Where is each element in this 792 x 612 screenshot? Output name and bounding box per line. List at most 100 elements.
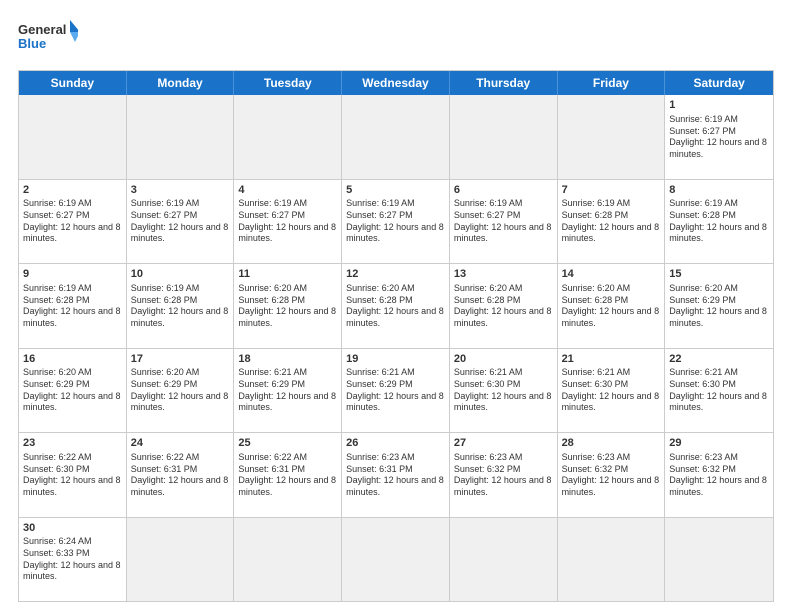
day-number: 27 (454, 436, 553, 451)
empty-cell (450, 518, 558, 602)
empty-cell (450, 95, 558, 179)
week-row-1: 1Sunrise: 6:19 AMSunset: 6:27 PMDaylight… (19, 95, 773, 179)
day-number: 28 (562, 436, 661, 451)
header-thursday: Thursday (450, 71, 558, 95)
day-number: 13 (454, 267, 553, 282)
day-cell-6: 6Sunrise: 6:19 AMSunset: 6:27 PMDaylight… (450, 180, 558, 264)
day-number: 25 (238, 436, 337, 451)
day-info: Sunrise: 6:19 AMSunset: 6:27 PMDaylight:… (346, 198, 445, 245)
svg-text:General: General (18, 22, 66, 37)
week-row-6: 30Sunrise: 6:24 AMSunset: 6:33 PMDayligh… (19, 517, 773, 602)
day-cell-8: 8Sunrise: 6:19 AMSunset: 6:28 PMDaylight… (665, 180, 773, 264)
day-cell-7: 7Sunrise: 6:19 AMSunset: 6:28 PMDaylight… (558, 180, 666, 264)
day-info: Sunrise: 6:20 AMSunset: 6:29 PMDaylight:… (23, 367, 122, 414)
page: General Blue Sunday Monday Tuesday Wedne… (0, 0, 792, 612)
day-number: 29 (669, 436, 769, 451)
day-cell-23: 23Sunrise: 6:22 AMSunset: 6:30 PMDayligh… (19, 433, 127, 517)
day-cell-20: 20Sunrise: 6:21 AMSunset: 6:30 PMDayligh… (450, 349, 558, 433)
day-number: 26 (346, 436, 445, 451)
day-number: 23 (23, 436, 122, 451)
day-info: Sunrise: 6:20 AMSunset: 6:28 PMDaylight:… (454, 283, 553, 330)
day-number: 30 (23, 521, 122, 536)
empty-cell (234, 95, 342, 179)
day-number: 14 (562, 267, 661, 282)
logo: General Blue (18, 18, 78, 60)
day-info: Sunrise: 6:19 AMSunset: 6:27 PMDaylight:… (23, 198, 122, 245)
day-number: 8 (669, 183, 769, 198)
day-info: Sunrise: 6:20 AMSunset: 6:29 PMDaylight:… (131, 367, 230, 414)
header-tuesday: Tuesday (234, 71, 342, 95)
day-info: Sunrise: 6:21 AMSunset: 6:30 PMDaylight:… (669, 367, 769, 414)
day-info: Sunrise: 6:20 AMSunset: 6:29 PMDaylight:… (669, 283, 769, 330)
day-info: Sunrise: 6:19 AMSunset: 6:28 PMDaylight:… (23, 283, 122, 330)
header: General Blue (18, 18, 774, 60)
header-wednesday: Wednesday (342, 71, 450, 95)
day-cell-21: 21Sunrise: 6:21 AMSunset: 6:30 PMDayligh… (558, 349, 666, 433)
day-number: 18 (238, 352, 337, 367)
day-number: 19 (346, 352, 445, 367)
day-number: 20 (454, 352, 553, 367)
day-cell-29: 29Sunrise: 6:23 AMSunset: 6:32 PMDayligh… (665, 433, 773, 517)
day-cell-2: 2Sunrise: 6:19 AMSunset: 6:27 PMDaylight… (19, 180, 127, 264)
day-cell-30: 30Sunrise: 6:24 AMSunset: 6:33 PMDayligh… (19, 518, 127, 602)
empty-cell (19, 95, 127, 179)
week-row-4: 16Sunrise: 6:20 AMSunset: 6:29 PMDayligh… (19, 348, 773, 433)
day-info: Sunrise: 6:19 AMSunset: 6:28 PMDaylight:… (562, 198, 661, 245)
day-number: 3 (131, 183, 230, 198)
day-number: 11 (238, 267, 337, 282)
day-info: Sunrise: 6:24 AMSunset: 6:33 PMDaylight:… (23, 536, 122, 583)
day-cell-13: 13Sunrise: 6:20 AMSunset: 6:28 PMDayligh… (450, 264, 558, 348)
day-info: Sunrise: 6:21 AMSunset: 6:30 PMDaylight:… (562, 367, 661, 414)
day-cell-14: 14Sunrise: 6:20 AMSunset: 6:28 PMDayligh… (558, 264, 666, 348)
day-info: Sunrise: 6:19 AMSunset: 6:28 PMDaylight:… (669, 198, 769, 245)
day-info: Sunrise: 6:23 AMSunset: 6:32 PMDaylight:… (454, 452, 553, 499)
day-cell-19: 19Sunrise: 6:21 AMSunset: 6:29 PMDayligh… (342, 349, 450, 433)
day-cell-24: 24Sunrise: 6:22 AMSunset: 6:31 PMDayligh… (127, 433, 235, 517)
day-info: Sunrise: 6:19 AMSunset: 6:27 PMDaylight:… (131, 198, 230, 245)
day-info: Sunrise: 6:21 AMSunset: 6:30 PMDaylight:… (454, 367, 553, 414)
day-info: Sunrise: 6:20 AMSunset: 6:28 PMDaylight:… (238, 283, 337, 330)
empty-cell (665, 518, 773, 602)
empty-cell (558, 518, 666, 602)
calendar-header: Sunday Monday Tuesday Wednesday Thursday… (19, 71, 773, 95)
day-cell-22: 22Sunrise: 6:21 AMSunset: 6:30 PMDayligh… (665, 349, 773, 433)
day-info: Sunrise: 6:20 AMSunset: 6:28 PMDaylight:… (562, 283, 661, 330)
day-cell-11: 11Sunrise: 6:20 AMSunset: 6:28 PMDayligh… (234, 264, 342, 348)
header-monday: Monday (127, 71, 235, 95)
day-cell-17: 17Sunrise: 6:20 AMSunset: 6:29 PMDayligh… (127, 349, 235, 433)
day-cell-9: 9Sunrise: 6:19 AMSunset: 6:28 PMDaylight… (19, 264, 127, 348)
empty-cell (127, 518, 235, 602)
day-info: Sunrise: 6:22 AMSunset: 6:31 PMDaylight:… (238, 452, 337, 499)
day-info: Sunrise: 6:19 AMSunset: 6:27 PMDaylight:… (454, 198, 553, 245)
week-row-5: 23Sunrise: 6:22 AMSunset: 6:30 PMDayligh… (19, 432, 773, 517)
day-info: Sunrise: 6:23 AMSunset: 6:32 PMDaylight:… (562, 452, 661, 499)
day-info: Sunrise: 6:19 AMSunset: 6:27 PMDaylight:… (669, 114, 769, 161)
calendar: Sunday Monday Tuesday Wednesday Thursday… (18, 70, 774, 602)
day-cell-26: 26Sunrise: 6:23 AMSunset: 6:31 PMDayligh… (342, 433, 450, 517)
day-number: 21 (562, 352, 661, 367)
day-info: Sunrise: 6:19 AMSunset: 6:27 PMDaylight:… (238, 198, 337, 245)
day-cell-18: 18Sunrise: 6:21 AMSunset: 6:29 PMDayligh… (234, 349, 342, 433)
day-number: 2 (23, 183, 122, 198)
day-cell-5: 5Sunrise: 6:19 AMSunset: 6:27 PMDaylight… (342, 180, 450, 264)
svg-text:Blue: Blue (18, 36, 46, 51)
day-number: 12 (346, 267, 445, 282)
header-sunday: Sunday (19, 71, 127, 95)
day-number: 15 (669, 267, 769, 282)
empty-cell (558, 95, 666, 179)
day-number: 22 (669, 352, 769, 367)
day-number: 10 (131, 267, 230, 282)
header-saturday: Saturday (665, 71, 773, 95)
day-info: Sunrise: 6:23 AMSunset: 6:32 PMDaylight:… (669, 452, 769, 499)
empty-cell (342, 95, 450, 179)
day-number: 7 (562, 183, 661, 198)
day-info: Sunrise: 6:21 AMSunset: 6:29 PMDaylight:… (346, 367, 445, 414)
empty-cell (127, 95, 235, 179)
calendar-body: 1Sunrise: 6:19 AMSunset: 6:27 PMDaylight… (19, 95, 773, 601)
day-number: 6 (454, 183, 553, 198)
day-info: Sunrise: 6:22 AMSunset: 6:31 PMDaylight:… (131, 452, 230, 499)
day-cell-4: 4Sunrise: 6:19 AMSunset: 6:27 PMDaylight… (234, 180, 342, 264)
day-cell-3: 3Sunrise: 6:19 AMSunset: 6:27 PMDaylight… (127, 180, 235, 264)
day-number: 17 (131, 352, 230, 367)
day-info: Sunrise: 6:20 AMSunset: 6:28 PMDaylight:… (346, 283, 445, 330)
